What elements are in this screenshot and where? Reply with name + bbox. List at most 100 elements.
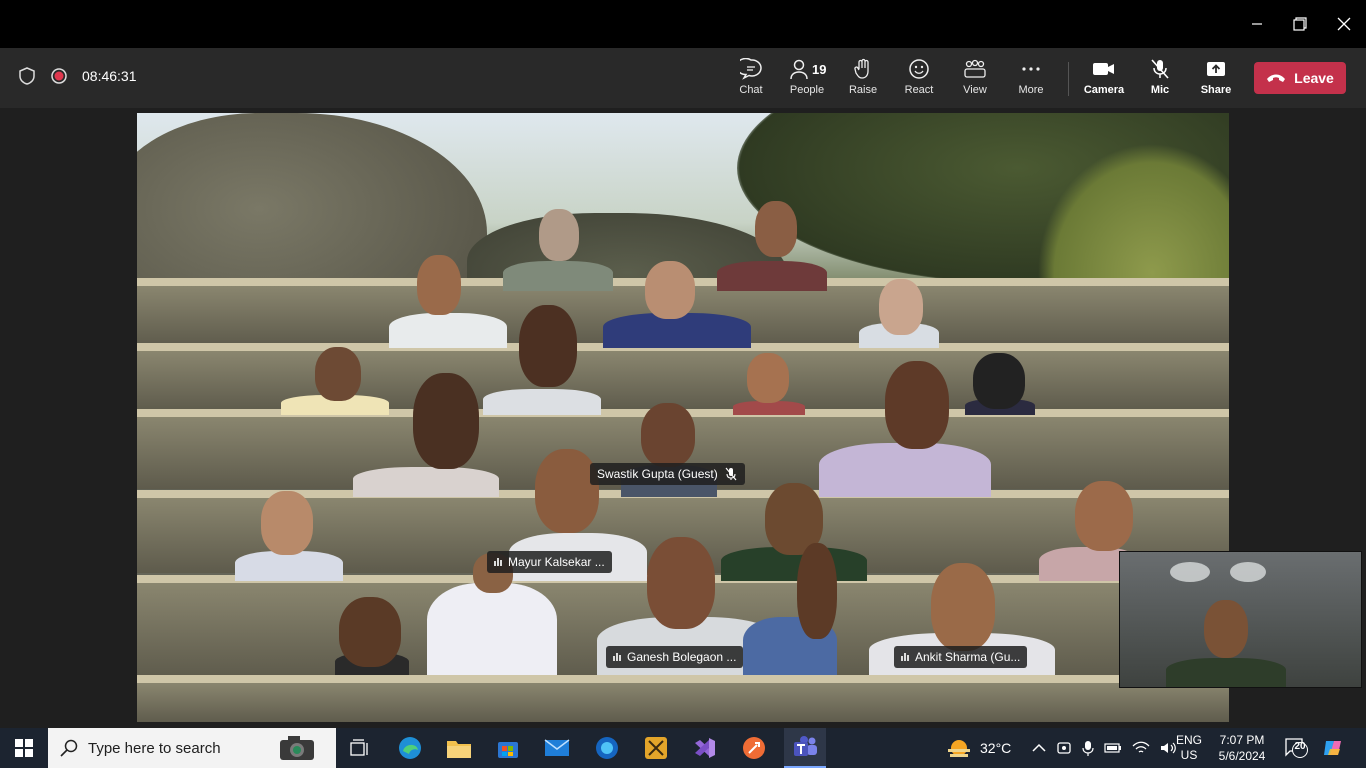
participant-name: Mayur Kalsekar ... [508, 555, 605, 569]
react-label: React [904, 84, 934, 96]
visual-studio-icon [695, 738, 715, 758]
taskbar: Type here to search 32°C ENG US 7:07 PM … [0, 728, 1366, 768]
self-view-video[interactable] [1119, 551, 1362, 688]
view-label: View [963, 84, 987, 96]
share-label: Share [1200, 84, 1232, 96]
people-label: People [789, 84, 825, 96]
folder-icon [447, 741, 471, 758]
language-indicator[interactable]: ENG US [1176, 728, 1202, 768]
copilot-icon [1324, 741, 1341, 755]
raise-hand-button[interactable]: Raise [837, 58, 889, 102]
shield-icon[interactable] [18, 66, 36, 86]
app-swirl-icon [596, 737, 618, 759]
hand-icon [854, 58, 869, 79]
meet-now-icon[interactable] [1056, 740, 1072, 756]
camera-icon [1093, 63, 1114, 75]
smiley-icon [909, 59, 929, 79]
teams-icon [794, 736, 817, 756]
leave-label: Leave [1294, 70, 1334, 86]
raise-label: Raise [848, 84, 878, 96]
file-explorer-app[interactable] [445, 734, 473, 762]
meeting-info: 08:46:31 [18, 66, 137, 86]
chat-button[interactable]: Chat [725, 58, 777, 102]
participant-name-tag: Ganesh Bolegaon ... [606, 646, 744, 668]
edge-icon [399, 737, 421, 759]
meeting-timer: 08:46:31 [82, 68, 137, 84]
audio-bars-icon [901, 653, 909, 661]
weather-widget[interactable]: 32°C [946, 728, 1011, 768]
recording-icon[interactable] [50, 67, 68, 85]
minimize-button[interactable] [1240, 8, 1274, 40]
microphone-icon[interactable] [1082, 740, 1094, 756]
more-label: More [1018, 84, 1044, 96]
language-code: ENG [1176, 733, 1203, 747]
teams-app[interactable] [784, 728, 826, 768]
restore-icon [1293, 17, 1307, 31]
battery-icon[interactable] [1104, 741, 1122, 755]
search-icon [60, 739, 78, 757]
rocket-icon [743, 737, 765, 759]
snipping-tool-app[interactable] [642, 734, 670, 762]
store-app[interactable] [494, 734, 522, 762]
wifi-icon[interactable] [1132, 741, 1150, 755]
start-button[interactable] [10, 734, 38, 762]
close-icon [1337, 17, 1351, 31]
audio-bars-icon [494, 558, 502, 566]
close-button[interactable] [1327, 8, 1361, 40]
share-icon [1207, 62, 1225, 76]
react-button[interactable]: React [893, 58, 945, 102]
view-icon [964, 59, 986, 78]
postman-app[interactable] [740, 734, 768, 762]
mic-muted-icon [725, 467, 737, 481]
taskbar-search[interactable]: Type here to search [48, 728, 336, 768]
visual-studio-app[interactable] [691, 734, 719, 762]
store-icon [498, 742, 518, 758]
camera-button[interactable]: Camera [1078, 58, 1130, 102]
mail-icon [544, 739, 570, 756]
participant-name-tag: Mayur Kalsekar ... [487, 551, 612, 573]
mail-app[interactable] [543, 734, 571, 762]
leave-button[interactable]: Leave [1254, 62, 1346, 94]
copilot-button[interactable] [1322, 728, 1344, 768]
chevron-up-icon[interactable] [1032, 743, 1046, 753]
people-button[interactable]: 19 People [781, 58, 833, 102]
maximize-button[interactable] [1283, 8, 1317, 40]
notification-count: 20 [1294, 741, 1306, 752]
participant-name-tag: Ankit Sharma (Gu... [894, 646, 1028, 668]
title-bar [0, 0, 1366, 48]
people-count: 19 [812, 62, 827, 77]
toolbar-divider [1068, 62, 1069, 96]
more-button[interactable]: More [1005, 58, 1057, 102]
chat-icon [740, 58, 762, 80]
share-button[interactable]: Share [1190, 58, 1242, 102]
chat-label: Chat [739, 84, 763, 96]
people-icon [790, 59, 808, 80]
cortana-app[interactable] [593, 734, 621, 762]
ceiling-light [1230, 562, 1266, 582]
self-head [1204, 600, 1248, 658]
notification-center[interactable]: 20 [1284, 728, 1310, 768]
mic-button[interactable]: Mic [1134, 58, 1186, 102]
task-view-button[interactable] [346, 734, 374, 762]
participant-name: Ganesh Bolegaon ... [627, 650, 737, 664]
language-region: US [1180, 748, 1198, 762]
view-button[interactable]: View [949, 58, 1001, 102]
self-body [1166, 658, 1286, 687]
camera-search-icon [280, 736, 314, 760]
ceiling-light [1170, 562, 1210, 582]
weather-sun-icon [948, 740, 970, 757]
clock[interactable]: 7:07 PM 5/6/2024 [1214, 728, 1270, 768]
participant-name: Ankit Sharma (Gu... [915, 650, 1021, 664]
task-view-icon [350, 739, 368, 756]
clock-date: 5/6/2024 [1218, 749, 1266, 763]
together-mode-stage: Swastik Gupta (Guest) Mayur Kalsekar ...… [137, 113, 1229, 722]
more-icon [1022, 67, 1040, 71]
step-6 [137, 675, 1229, 722]
hang-up-icon [1267, 74, 1286, 82]
minimize-icon [1252, 23, 1262, 25]
speaker-name: Swastik Gupta (Guest) [597, 467, 718, 481]
clock-time: 7:07 PM [1219, 733, 1265, 747]
edge-app[interactable] [396, 734, 424, 762]
weather-temp: 32°C [980, 740, 1012, 756]
meeting-toolbar: 08:46:31 Chat 19 People Raise React View… [0, 48, 1366, 108]
